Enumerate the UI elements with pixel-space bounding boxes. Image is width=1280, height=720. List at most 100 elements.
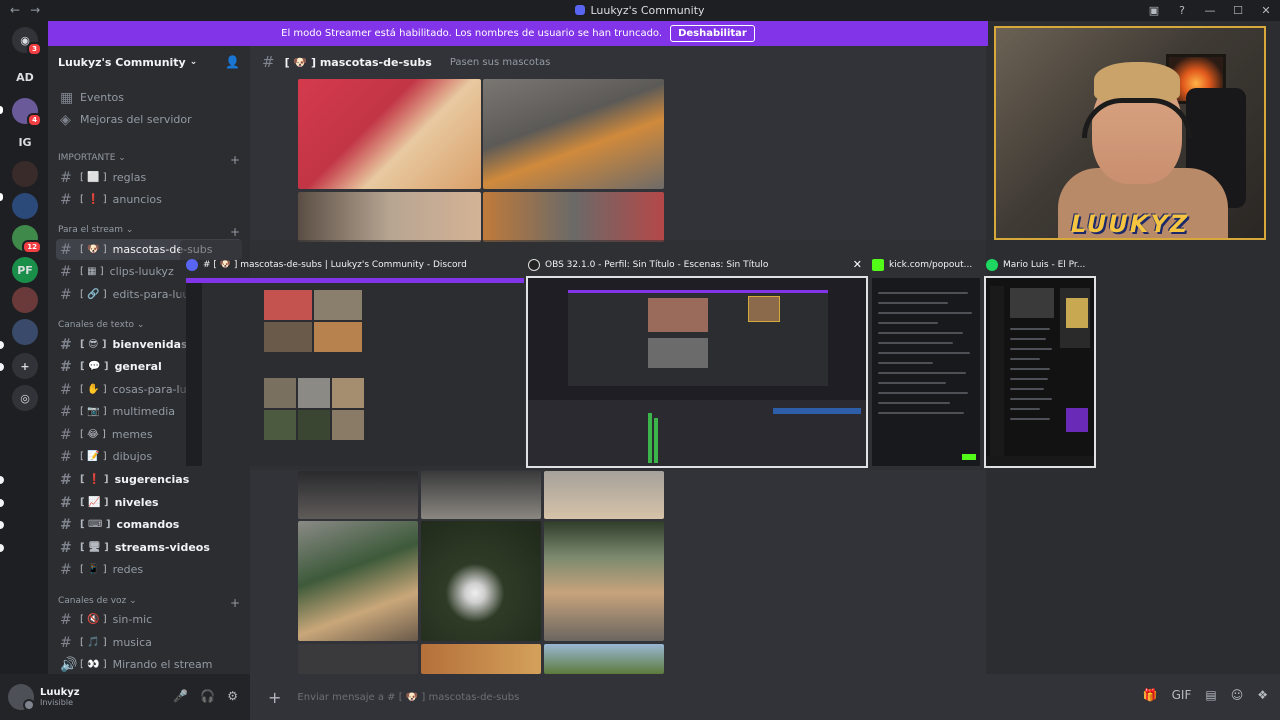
channel-item[interactable]: # [ 🖥 ] streams-videos (56, 537, 242, 558)
settings-icon[interactable]: ⚙ (227, 689, 238, 703)
server-icon[interactable]: PF (12, 257, 38, 283)
pet-photo[interactable] (544, 644, 664, 674)
gift-icon[interactable]: 🎁 (1143, 688, 1158, 702)
pet-photo[interactable] (421, 644, 541, 674)
channel-emoji: [ ⬜ ] (80, 172, 107, 183)
channel-label: anuncios (112, 193, 162, 206)
hash-icon: # (60, 241, 72, 258)
channel-item[interactable]: # [ ⌨ ] comandos (56, 514, 242, 535)
apps-icon[interactable]: ❖ (1257, 688, 1268, 702)
close-icon[interactable]: ✕ (853, 258, 862, 271)
switcher-caption: # [ 🐶 ] mascotas-de-subs | Luukyz's Comm… (203, 260, 467, 270)
inbox-icon[interactable]: ▣ (1140, 4, 1168, 17)
server-icon[interactable]: ◎ (12, 385, 38, 411)
server-icon[interactable]: 12 (12, 225, 42, 254)
channel-label: memes (111, 428, 153, 441)
category-label: Para el stream ⌄ (58, 225, 134, 235)
calendar-icon: ▦ (60, 89, 74, 106)
add-channel-icon[interactable]: + (230, 225, 240, 239)
window-thumbnail (872, 278, 980, 466)
avatar[interactable] (8, 684, 35, 711)
channel-emoji: [ 🐶 ] (80, 244, 107, 255)
hash-icon: # (60, 403, 72, 420)
close-button[interactable]: ✕ (1252, 4, 1280, 17)
add-channel-icon[interactable]: + (230, 596, 240, 610)
switcher-window-obs[interactable]: OBS 32.1.0 - Perfil: Sin Título - Escena… (526, 254, 868, 468)
maximize-button[interactable]: ☐ (1224, 4, 1252, 17)
pet-photo[interactable] (544, 521, 664, 641)
channel-label: multimedia (112, 405, 175, 418)
channel-label: general (114, 360, 162, 373)
server-icon[interactable] (12, 287, 38, 313)
notification-badge: 4 (27, 113, 42, 127)
channel-item[interactable]: # [ 🎵 ] musica (56, 632, 242, 653)
guild-header[interactable]: Luukyz's Community ⌄ 👤 (48, 46, 250, 78)
kick-icon (872, 259, 884, 271)
server-icon[interactable]: 4 (12, 98, 42, 127)
add-channel-icon[interactable]: + (230, 153, 240, 167)
discord-icon (186, 259, 198, 271)
sidebar-item-label: Mejoras del servidor (80, 113, 192, 126)
category-voz[interactable]: Canales de voz ⌄ + (58, 596, 240, 610)
channel-item[interactable]: # [ ⬜ ] reglas (56, 167, 242, 188)
channel-label: bienvenidas (112, 338, 188, 351)
channel-label: sugerencias (114, 473, 190, 486)
pet-photo[interactable] (421, 521, 541, 641)
channel-emoji: [ 😂 ] (80, 429, 106, 440)
switcher-window-spotify[interactable]: Mario Luis - El Pr... (984, 254, 1096, 468)
pet-photo[interactable] (483, 192, 664, 242)
minimize-button[interactable]: — (1196, 4, 1224, 17)
banner-text: El modo Streamer está habilitado. Los no… (281, 28, 663, 39)
channel-item[interactable]: # [ ❗ ] sugerencias (56, 469, 242, 490)
pet-photo[interactable] (298, 79, 481, 189)
sticker-icon[interactable]: ▤ (1205, 688, 1216, 702)
channel-label: dibujos (112, 450, 153, 463)
server-icon[interactable]: AD (12, 64, 38, 90)
help-icon[interactable]: ? (1168, 4, 1196, 17)
server-icon[interactable] (12, 319, 38, 345)
sidebar-item-label: Eventos (80, 91, 124, 104)
switcher-window-discord[interactable]: # [ 🐶 ] mascotas-de-subs | Luukyz's Comm… (186, 254, 524, 466)
switcher-window-kick[interactable]: kick.com/popout... (872, 254, 980, 466)
disable-streamer-button[interactable]: Deshabilitar (670, 25, 755, 42)
pet-photo[interactable] (483, 79, 664, 189)
switcher-caption: kick.com/popout... (889, 260, 973, 270)
hash-icon: # (60, 611, 72, 628)
channel-item[interactable]: 🔊[ 👀 ] Mirando el stream (56, 654, 242, 675)
channel-item[interactable]: # [ ❗ ] anuncios (56, 189, 242, 210)
hash-icon: # (60, 191, 72, 208)
server-icon[interactable]: + (12, 353, 38, 379)
server-icon[interactable] (12, 193, 38, 219)
gif-icon[interactable]: GIF (1172, 688, 1192, 702)
sidebar-item-boosts[interactable]: ◈ Mejoras del servidor (56, 109, 242, 130)
pet-photo[interactable] (298, 192, 481, 242)
streamer-mode-banner: El modo Streamer está habilitado. Los no… (48, 21, 988, 46)
channel-topic[interactable]: Pasen sus mascotas (450, 57, 550, 68)
attach-icon[interactable]: + (268, 688, 281, 707)
channel-item[interactable]: # [ 📈 ] niveles (56, 492, 242, 513)
channel-label: redes (112, 563, 144, 576)
category-importante[interactable]: IMPORTANTE ⌄ + (58, 153, 240, 167)
channel-item[interactable]: # [ 📱 ] redes (56, 559, 242, 580)
emoji-icon[interactable]: ☺ (1231, 688, 1244, 702)
message-input[interactable]: Enviar mensaje a # [ 🐶 ] mascotas-de-sub… (297, 692, 519, 703)
server-icon[interactable] (12, 161, 38, 187)
sidebar-item-events[interactable]: ▦ Eventos (56, 87, 242, 108)
invite-icon[interactable]: 👤 (225, 55, 240, 69)
pet-photo[interactable] (298, 521, 418, 641)
channel-header: # [ 🐶 ] mascotas-de-subs Pasen sus masco… (250, 46, 986, 78)
pet-photo[interactable] (544, 471, 664, 519)
pet-photo[interactable] (421, 471, 541, 519)
channel-emoji: [ 🎵 ] (80, 637, 107, 648)
pet-photo[interactable] (298, 471, 418, 519)
microphone-icon[interactable]: 🎤 (173, 689, 188, 703)
pet-photo[interactable] (298, 644, 418, 674)
server-icon[interactable]: ◉ 3 (12, 27, 42, 56)
discord-icon (575, 5, 586, 15)
channel-emoji: [ 💬 ] (80, 361, 109, 372)
channel-emoji: [ ❗ ] (80, 194, 107, 205)
category-stream[interactable]: Para el stream ⌄ + (58, 225, 240, 239)
server-icon[interactable]: IG (12, 129, 38, 155)
headphones-icon[interactable]: 🎧 (200, 689, 215, 703)
channel-item[interactable]: # [ 🔇 ] sin-mic (56, 609, 242, 630)
